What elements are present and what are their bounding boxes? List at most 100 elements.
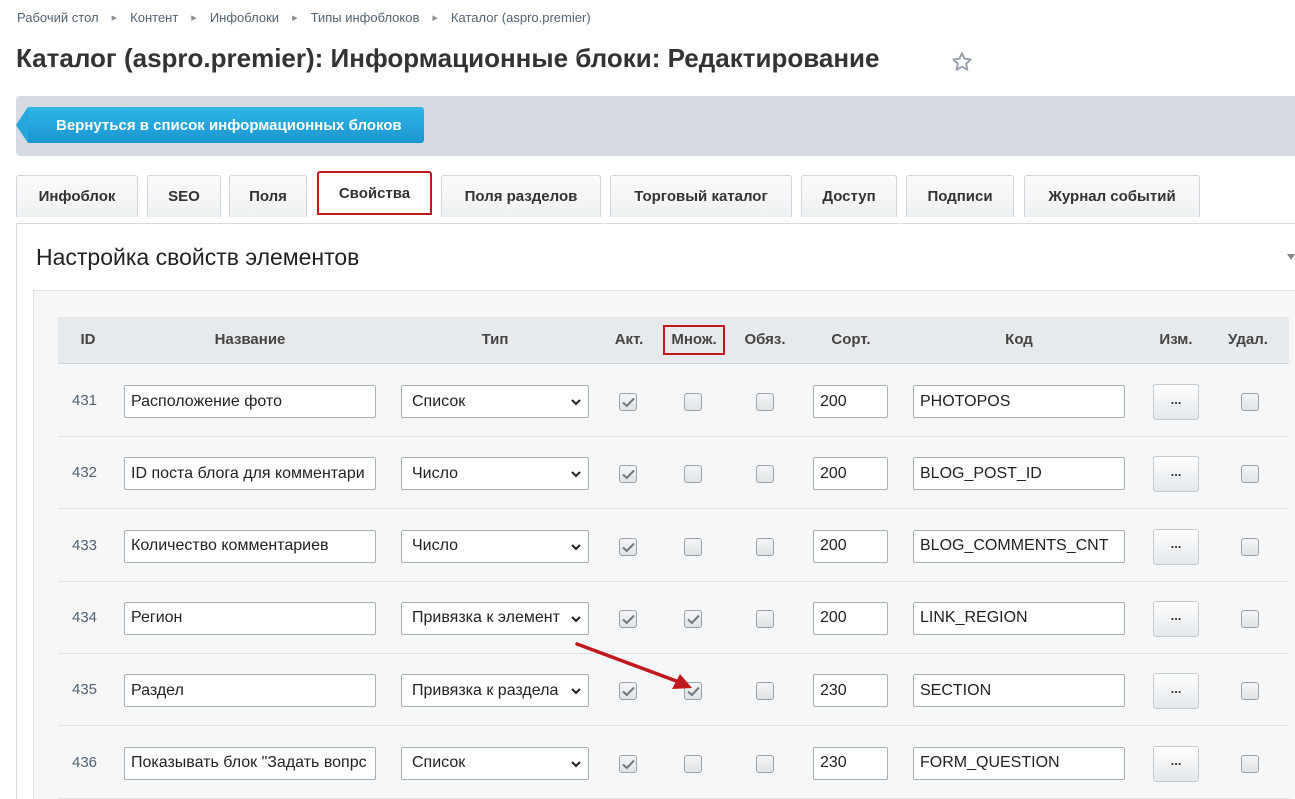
tab-iblock[interactable]: Инфоблок (16, 175, 138, 217)
tab-trade-catalog[interactable]: Торговый каталог (610, 175, 792, 217)
breadcrumb-separator-icon: ▸ (191, 12, 197, 24)
breadcrumb-link-iblocks[interactable]: Инфоблоки (210, 10, 279, 25)
section-title: Настройка свойств элементов (36, 244, 360, 270)
code-input[interactable] (913, 529, 1125, 563)
collapse-icon[interactable] (1287, 254, 1295, 260)
property-type-value: Привязка к раздела (412, 681, 559, 699)
property-type-value: Список (412, 392, 466, 410)
active-checkbox[interactable] (619, 537, 637, 556)
sort-input[interactable] (813, 601, 888, 635)
edit-property-button[interactable]: ... (1153, 673, 1199, 710)
multiple-checkbox[interactable] (684, 754, 702, 773)
property-type-value: Привязка к элемент (412, 609, 560, 627)
property-name-input[interactable] (124, 457, 376, 491)
required-checkbox[interactable] (756, 754, 774, 773)
delete-checkbox[interactable] (1241, 393, 1259, 411)
delete-checkbox[interactable] (1241, 609, 1259, 628)
tab-event-log[interactable]: Журнал событий (1024, 175, 1200, 217)
multiple-checkbox[interactable] (684, 465, 702, 484)
property-type-select[interactable]: Число (401, 529, 589, 563)
column-header-sort: Сорт. (831, 331, 871, 348)
table-row: 433 Число ... (58, 509, 1289, 582)
breadcrumb-link-catalog[interactable]: Каталог (aspro.premier) (451, 10, 591, 25)
tab-seo[interactable]: SEO (147, 175, 221, 217)
breadcrumb-link-iblock-types[interactable]: Типы инфоблоков (311, 10, 420, 25)
required-checkbox[interactable] (756, 609, 774, 628)
breadcrumb-link-desktop[interactable]: Рабочий стол (17, 10, 99, 25)
delete-checkbox[interactable] (1241, 465, 1259, 484)
tab-fields[interactable]: Поля (229, 175, 307, 217)
active-checkbox[interactable] (619, 609, 637, 628)
active-checkbox[interactable] (619, 393, 637, 411)
tab-properties[interactable]: Свойства (317, 171, 432, 215)
property-id: 431 (72, 392, 98, 409)
breadcrumb-separator-icon: ▸ (111, 12, 118, 24)
code-input[interactable] (913, 457, 1125, 491)
property-type-value: Число (412, 464, 459, 482)
column-header-active: Акт. (614, 331, 644, 348)
chevron-down-icon (571, 471, 581, 478)
property-name-input[interactable] (124, 529, 376, 563)
property-type-value: Список (412, 754, 466, 771)
sort-input[interactable] (813, 385, 888, 418)
edit-property-button[interactable]: ... (1153, 600, 1199, 637)
code-input[interactable] (913, 601, 1125, 635)
property-name-input[interactable] (124, 385, 376, 418)
sort-input[interactable] (813, 746, 888, 780)
chevron-down-icon (571, 399, 581, 406)
property-type-select[interactable]: Список (401, 746, 589, 780)
sort-input[interactable] (813, 457, 888, 491)
active-checkbox[interactable] (619, 465, 637, 484)
multiple-column-highlight (663, 325, 725, 355)
sort-input[interactable] (813, 674, 888, 708)
property-name-input[interactable] (124, 674, 376, 708)
property-type-select[interactable]: Список (401, 385, 589, 418)
tab-captions[interactable]: Подписи (906, 175, 1014, 217)
edit-property-button[interactable]: ... (1153, 745, 1199, 782)
breadcrumb-separator-icon: ▸ (292, 12, 298, 24)
column-header-delete: Удал. (1228, 331, 1268, 348)
property-id: 433 (72, 536, 98, 554)
required-checkbox[interactable] (756, 393, 774, 411)
star-icon[interactable] (950, 50, 974, 74)
edit-property-button[interactable]: ... (1153, 528, 1199, 565)
property-id: 432 (72, 464, 98, 482)
sort-input[interactable] (813, 529, 888, 563)
required-checkbox[interactable] (756, 682, 774, 701)
back-to-list-button[interactable]: Вернуться в список информационных блоков (16, 107, 424, 143)
delete-checkbox[interactable] (1241, 754, 1259, 773)
column-header-code: Код (1005, 331, 1033, 348)
table-row: 431 Список ... (58, 365, 1289, 437)
tab-section-fields[interactable]: Поля разделов (441, 175, 601, 217)
edit-property-button[interactable]: ... (1153, 456, 1199, 493)
property-type-select[interactable]: Привязка к раздела (401, 674, 589, 708)
property-name-input[interactable] (124, 746, 376, 780)
active-checkbox[interactable] (619, 682, 637, 701)
delete-checkbox[interactable] (1241, 537, 1259, 556)
property-type-select[interactable]: Привязка к элемент (401, 601, 589, 635)
column-header-name: Название (214, 331, 286, 348)
property-name-input[interactable] (124, 601, 376, 635)
chevron-down-icon (571, 543, 581, 551)
property-id: 435 (72, 681, 98, 699)
multiple-checkbox[interactable] (684, 393, 702, 411)
tab-access[interactable]: Доступ (801, 175, 897, 217)
breadcrumb-link-content[interactable]: Контент (130, 10, 178, 25)
table-row: 432 Число ... (58, 437, 1289, 510)
active-checkbox[interactable] (619, 754, 637, 773)
chevron-down-icon (571, 616, 581, 623)
code-input[interactable] (913, 385, 1125, 418)
delete-checkbox[interactable] (1241, 682, 1259, 701)
table-row: 434 Привязка к элемент ... (58, 581, 1289, 654)
required-checkbox[interactable] (756, 465, 774, 484)
chevron-down-icon (571, 688, 581, 695)
code-input[interactable] (913, 674, 1125, 708)
multiple-checkbox[interactable] (684, 609, 702, 628)
required-checkbox[interactable] (756, 537, 774, 556)
multiple-checkbox[interactable] (684, 682, 702, 701)
edit-property-button[interactable]: ... (1153, 384, 1199, 420)
multiple-checkbox[interactable] (684, 537, 702, 556)
code-input[interactable] (913, 746, 1125, 780)
property-type-select[interactable]: Число (401, 457, 589, 491)
table-row: 436 Список ... (58, 726, 1289, 799)
